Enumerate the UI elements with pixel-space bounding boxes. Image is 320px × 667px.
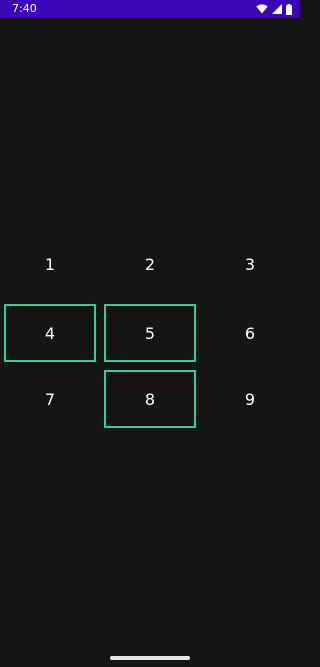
cell-label: 3	[244, 254, 256, 274]
grid-cell-3[interactable]: 3	[204, 235, 296, 293]
cell-label: 9	[244, 389, 256, 409]
cell-label: 7	[44, 389, 56, 409]
grid-cell-2[interactable]: 2	[104, 235, 196, 293]
status-bar: 7:40	[0, 0, 300, 18]
signal-icon	[272, 4, 282, 14]
grid-cell-4[interactable]: 4	[4, 304, 96, 362]
grid-cell-6[interactable]: 6	[204, 304, 296, 362]
grid-cell-5[interactable]: 5	[104, 304, 196, 362]
cell-label: 5	[144, 323, 156, 343]
cell-label: 8	[144, 389, 156, 409]
cell-label: 2	[144, 254, 156, 274]
wifi-icon	[256, 4, 268, 14]
grid-cell-7[interactable]: 7	[4, 370, 96, 428]
gesture-nav-handle[interactable]	[110, 656, 190, 660]
grid-cell-1[interactable]: 1	[4, 235, 96, 293]
cell-label: 6	[244, 323, 256, 343]
grid-cell-9[interactable]: 9	[204, 370, 296, 428]
cell-label: 4	[44, 323, 56, 343]
cell-label: 1	[44, 254, 56, 274]
grid-cell-8[interactable]: 8	[104, 370, 196, 428]
battery-icon	[286, 3, 292, 15]
status-time: 7:40	[12, 2, 37, 15]
status-icons	[256, 2, 292, 16]
